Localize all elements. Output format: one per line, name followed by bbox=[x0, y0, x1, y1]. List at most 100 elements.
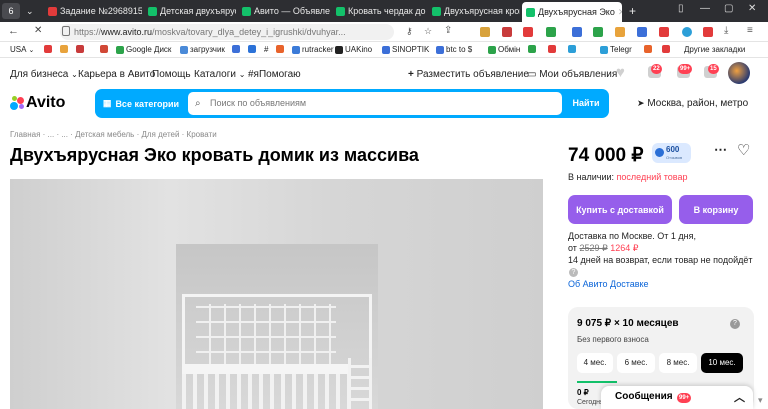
favorite-heart-icon[interactable]: ♡ bbox=[737, 141, 750, 159]
extension-icon[interactable] bbox=[502, 27, 512, 37]
bookmark-item[interactable]: # bbox=[264, 45, 268, 54]
bookmark-item[interactable]: USA ⌄ bbox=[10, 45, 34, 54]
bookmark-icon bbox=[76, 45, 84, 53]
bookmark-icon bbox=[644, 45, 652, 53]
delivery-info: Доставка по Москве. От 1 дня, bbox=[568, 231, 696, 241]
browser-tab[interactable]: Задание №2968915 bbox=[44, 3, 142, 19]
breadcrumb[interactable]: Главная · ... · ... · Детская мебель · Д… bbox=[10, 130, 217, 139]
share-icon[interactable]: ⇪ bbox=[444, 25, 452, 36]
extension-icon[interactable] bbox=[637, 27, 647, 37]
bookmark-icon bbox=[335, 45, 343, 54]
bookmark-icon bbox=[180, 45, 188, 54]
bookmark-item[interactable]: Telegr bbox=[600, 45, 632, 54]
bookmark-item[interactable] bbox=[100, 45, 108, 53]
close-icon[interactable]: ✕ bbox=[34, 25, 42, 36]
add-to-cart-button[interactable]: В корзину bbox=[679, 195, 753, 224]
back-arrow-icon[interactable]: ← bbox=[8, 25, 19, 37]
extension-icon[interactable] bbox=[572, 27, 582, 37]
more-options-icon[interactable]: ⋯ bbox=[714, 142, 727, 158]
extension-icon[interactable] bbox=[480, 27, 490, 37]
bookmark-item[interactable] bbox=[644, 45, 652, 53]
nav-catalogs[interactable]: Каталоги ⌄ bbox=[194, 69, 245, 80]
extension-icon[interactable] bbox=[703, 27, 713, 37]
my-ads-link[interactable]: ▭ Мои объявления bbox=[527, 69, 617, 80]
browser-tab-active[interactable]: Двухъярусная Эко ✕ bbox=[522, 2, 622, 22]
minimize-icon[interactable]: — bbox=[700, 3, 710, 14]
search-icon: ⌕ bbox=[195, 98, 201, 109]
month-option-selected[interactable]: 10 мес. bbox=[701, 353, 743, 373]
close-window-icon[interactable]: ✕ bbox=[748, 3, 756, 14]
bookmark-item[interactable]: SINOPTIK bbox=[382, 45, 429, 54]
browser-tab[interactable]: Детская двухъярусная bbox=[144, 3, 236, 19]
month-option[interactable]: 6 мес. bbox=[617, 353, 655, 373]
bookmark-icon[interactable]: ▯ bbox=[678, 3, 684, 14]
bookmark-item[interactable] bbox=[76, 45, 84, 53]
maximize-icon[interactable]: ▢ bbox=[724, 3, 733, 14]
extension-icon[interactable] bbox=[546, 27, 556, 37]
bookmark-item[interactable]: rutracker bbox=[292, 45, 334, 54]
rating-badge[interactable]: 600 Отзывов bbox=[652, 143, 691, 163]
bookmark-icon bbox=[568, 45, 576, 53]
bookmark-item[interactable] bbox=[248, 45, 256, 53]
post-ad-link[interactable]: + Разместить объявление bbox=[408, 69, 529, 80]
bookmark-item[interactable]: Google Диск bbox=[116, 45, 171, 54]
bookmark-item[interactable]: btc to $ bbox=[436, 45, 472, 54]
bookmark-item[interactable] bbox=[44, 45, 52, 53]
bookmark-item[interactable]: Обмін bbox=[488, 45, 520, 54]
browser-tab[interactable]: Кровать чердак домик bbox=[332, 3, 426, 19]
nav-business[interactable]: Для бизнеса ⌄ bbox=[10, 69, 78, 80]
bookmark-item[interactable] bbox=[548, 45, 556, 53]
location-selector[interactable]: ➤ Москва, район, метро bbox=[637, 98, 748, 109]
bookmark-icon bbox=[488, 45, 496, 54]
bookmark-item[interactable]: загрузчик bbox=[180, 45, 225, 54]
info-icon[interactable]: ? bbox=[730, 319, 740, 329]
buy-with-delivery-button[interactable]: Купить с доставкой bbox=[568, 195, 672, 224]
tab-dropdown[interactable]: ⌄ bbox=[22, 3, 38, 19]
bookmark-item[interactable] bbox=[662, 45, 670, 53]
bookmark-item[interactable] bbox=[276, 45, 284, 53]
avito-logo[interactable]: Avito bbox=[10, 94, 65, 112]
bookmark-item[interactable] bbox=[568, 45, 576, 53]
tab-counter[interactable]: 6 bbox=[2, 3, 20, 19]
new-tab-button[interactable]: + bbox=[625, 3, 641, 19]
star-icon[interactable]: ☆ bbox=[424, 26, 432, 37]
key-icon[interactable]: ⚷ bbox=[406, 26, 413, 37]
bed-slats bbox=[182, 374, 348, 409]
other-bookmarks[interactable]: Другие закладки bbox=[684, 45, 745, 54]
extension-icon[interactable] bbox=[615, 27, 625, 37]
youtube-icon bbox=[662, 45, 670, 53]
nav-career[interactable]: Карьера в Авито bbox=[78, 69, 155, 80]
all-categories-button[interactable]: ▦ Все категории bbox=[98, 92, 184, 115]
bookmark-item[interactable] bbox=[60, 45, 68, 53]
document-icon: ▭ bbox=[527, 69, 537, 80]
find-button[interactable]: Найти bbox=[566, 92, 606, 115]
messages-bar[interactable]: Сообщения 99+ ︿ bbox=[601, 386, 753, 409]
notification-badge: 99+ bbox=[678, 64, 693, 74]
about-delivery-link[interactable]: Об Авито Доставке bbox=[568, 279, 649, 289]
extension-icon[interactable] bbox=[682, 27, 692, 37]
month-option[interactable]: 8 мес. bbox=[659, 353, 697, 373]
close-icon[interactable]: ✕ bbox=[618, 7, 622, 18]
extension-icon[interactable] bbox=[593, 27, 603, 37]
month-option[interactable]: 4 мес. bbox=[577, 353, 613, 373]
gmail-icon bbox=[100, 45, 108, 53]
bookmark-item[interactable]: UAKino bbox=[335, 45, 372, 54]
download-icon[interactable]: ⤓ bbox=[724, 25, 728, 36]
browser-tab[interactable]: Двухъярусная кровать bbox=[428, 3, 520, 19]
extension-icon[interactable] bbox=[659, 27, 669, 37]
extension-icon[interactable] bbox=[523, 27, 533, 37]
nav-hashtag[interactable]: #яПомогаю bbox=[248, 69, 301, 80]
bookmark-item[interactable] bbox=[232, 45, 240, 53]
product-photo[interactable] bbox=[176, 244, 378, 409]
bookmark-item[interactable] bbox=[528, 45, 536, 53]
url-field[interactable]: https://www.avito.ru/moskva/tovary_dlya_… bbox=[60, 24, 394, 40]
browser-tab[interactable]: Авито — Объявления bbox=[238, 3, 330, 19]
heart-icon[interactable]: ♥ bbox=[616, 64, 625, 81]
browser-tab-bar: 6 ⌄ Задание №2968915 Детская двухъярусна… bbox=[0, 0, 768, 22]
nav-help[interactable]: Помощь bbox=[152, 69, 191, 80]
avatar[interactable] bbox=[728, 62, 750, 84]
info-icon[interactable]: ? bbox=[569, 268, 578, 277]
search-input[interactable]: ⌕ Поиск по объявлениям bbox=[188, 92, 562, 115]
menu-icon[interactable]: ≡ bbox=[747, 25, 753, 36]
chevron-up-icon[interactable]: ︿ bbox=[734, 389, 745, 405]
